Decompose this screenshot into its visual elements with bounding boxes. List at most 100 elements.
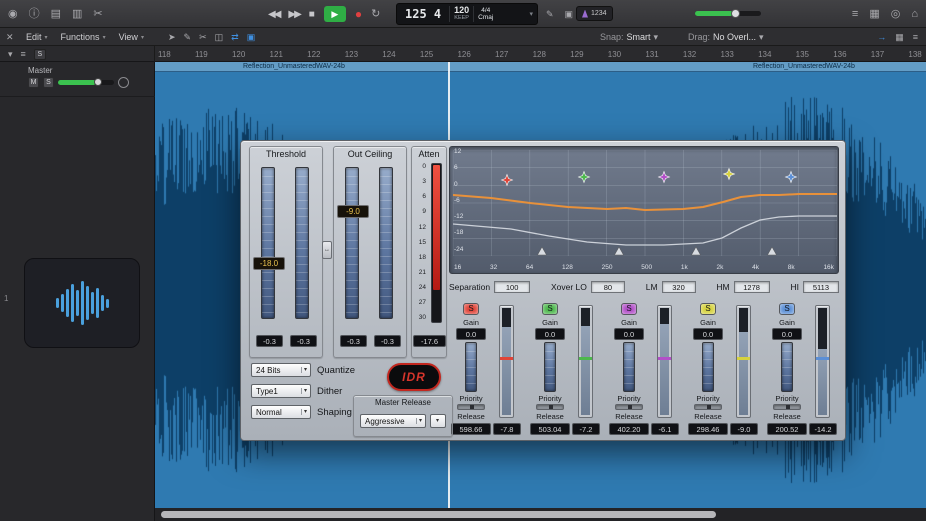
xover-hm-control[interactable]: HM 1278	[716, 281, 769, 293]
track-icon-tile[interactable]	[24, 258, 140, 348]
list-view-icon[interactable]: ≡	[913, 32, 918, 42]
master-level-slider[interactable]	[58, 80, 114, 85]
graph-canvas[interactable]	[453, 150, 837, 256]
xover-lo-control[interactable]: Xover LO 80	[551, 281, 625, 293]
volume-knob[interactable]	[731, 9, 740, 18]
toolbar-icon[interactable]: ▤	[51, 9, 61, 20]
drag-control[interactable]: Drag:No Overl...▾	[688, 28, 764, 46]
band-3-gain-fader[interactable]	[623, 342, 635, 392]
rewind-button[interactable]: ◀◀	[268, 9, 279, 20]
crossover-markers[interactable]	[538, 247, 777, 255]
pencil-icon[interactable]: ✎	[546, 10, 554, 19]
scissors-tool-icon[interactable]: ✂	[199, 32, 207, 43]
dither-dropdown[interactable]: Type1 ▾	[251, 384, 311, 398]
band-5-release-value[interactable]: 200.52	[767, 423, 807, 435]
band-5-priority-slider[interactable]	[773, 404, 801, 410]
band-markers[interactable]	[502, 169, 797, 186]
band-4-release-value[interactable]: 298.46	[688, 423, 728, 435]
quantize-dropdown[interactable]: 24 Bits ▾	[251, 363, 311, 377]
xover-hi-marker[interactable]	[768, 247, 777, 255]
band-3-priority-slider[interactable]	[615, 404, 643, 410]
pencil-tool-icon[interactable]: ✎	[184, 32, 192, 43]
band-4-gain-value[interactable]: 0.0	[693, 328, 723, 340]
multiband-eq-graph[interactable]: 126 0-6 -12-18 -24	[449, 146, 839, 274]
band-1-gain-value[interactable]: 0.0	[456, 328, 486, 340]
band-2-solo-button[interactable]: S	[542, 303, 558, 315]
xover-lm-control[interactable]: LM 320	[646, 281, 696, 293]
band-3-solo-button[interactable]: S	[621, 303, 637, 315]
band-2-gain-value[interactable]: 0.0	[535, 328, 565, 340]
band-1-gain-fader[interactable]	[465, 342, 477, 392]
menu-functions[interactable]: Functions▾	[61, 32, 106, 42]
scrollbar-thumb[interactable]	[161, 511, 716, 518]
xover-hi-control[interactable]: HI 5113	[790, 281, 839, 293]
xover-lo-marker[interactable]	[538, 247, 547, 255]
band-2-priority-slider[interactable]	[536, 404, 564, 410]
band-1-marker[interactable]	[502, 175, 513, 186]
out-ceiling-fader-right[interactable]	[379, 167, 393, 319]
priority-thumb[interactable]	[549, 405, 553, 409]
lcd-tempo-block[interactable]: 120 KEEP	[454, 6, 469, 22]
threshold-value-tag[interactable]: -18.0	[253, 257, 285, 270]
out-ceiling-fader-left[interactable]	[345, 167, 359, 319]
global-tracks-icon[interactable]: ≡	[21, 50, 26, 59]
master-level-knob[interactable]	[94, 78, 102, 86]
band-4-gain-fader[interactable]	[702, 342, 714, 392]
threshold-fader-left[interactable]	[261, 167, 275, 319]
menu-view[interactable]: View▾	[119, 32, 144, 42]
band-4-solo-button[interactable]: S	[700, 303, 716, 315]
out-ceiling-value-tag[interactable]: -9.0	[337, 205, 369, 218]
zoom-tool-icon[interactable]: ◫	[215, 32, 224, 43]
inspector-icon[interactable]: ⓘ	[29, 9, 40, 20]
master-release-stepper[interactable]: ▾	[430, 414, 446, 428]
band-5-solo-button[interactable]: S	[779, 303, 795, 315]
master-release-dropdown[interactable]: Aggressive ▾	[360, 414, 426, 428]
threshold-fader-right[interactable]	[295, 167, 309, 319]
catch-playhead-icon[interactable]: →	[877, 32, 886, 42]
library-icon[interactable]: ◉	[8, 9, 18, 20]
band-2-gain-fader[interactable]	[544, 342, 556, 392]
band-1-solo-button[interactable]: S	[463, 303, 479, 315]
snap-control[interactable]: Snap:Smart▾	[600, 28, 658, 46]
band-2-release-value[interactable]: 503.04	[530, 423, 570, 435]
band-5-gain-fader[interactable]	[781, 342, 793, 392]
cycle-button[interactable]: ↻	[371, 9, 380, 20]
chevron-down-icon[interactable]: ▾	[8, 50, 13, 59]
lcd-chevron-icon[interactable]: ▾	[529, 10, 533, 18]
priority-thumb[interactable]	[786, 405, 790, 409]
priority-thumb[interactable]	[628, 405, 632, 409]
count-in-badge[interactable]: 1234	[576, 6, 613, 21]
master-pan-knob[interactable]	[118, 77, 129, 88]
stop-button[interactable]: ■	[309, 9, 315, 20]
band-5-gain-value[interactable]: 0.0	[772, 328, 802, 340]
band-3-gain-value[interactable]: 0.0	[614, 328, 644, 340]
marquee-tool-icon[interactable]: ▣	[247, 32, 256, 43]
crossfade-tool-icon[interactable]: ⇄	[231, 32, 239, 43]
xover-hm-marker[interactable]	[692, 247, 701, 255]
separation-value[interactable]: 100	[494, 281, 530, 293]
band-1-priority-slider[interactable]	[457, 404, 485, 410]
band-5-marker[interactable]	[786, 172, 797, 183]
mixer-icon[interactable]: ▥	[72, 9, 82, 20]
editors-icon[interactable]: ✂	[93, 9, 102, 20]
grid-icon[interactable]: ▦	[869, 9, 879, 20]
record-button[interactable]: ●	[355, 7, 362, 21]
band-4-priority-slider[interactable]	[694, 404, 722, 410]
shaping-dropdown[interactable]: Normal ▾	[251, 405, 311, 419]
master-mute-button[interactable]: M	[28, 77, 39, 88]
lcd-signature-block[interactable]: 4/4 Cmaj	[478, 7, 493, 22]
band-3-marker[interactable]	[659, 172, 670, 183]
master-volume-slider[interactable]	[695, 11, 761, 16]
home-icon[interactable]: ⌂	[911, 9, 918, 20]
priority-thumb[interactable]	[707, 405, 711, 409]
fader-link-button[interactable]: ↔	[322, 241, 332, 259]
bar-ruler[interactable]: ▾ ≡ S 118 119 120 121 122 123 124 125 12…	[0, 46, 926, 62]
pointer-tool-icon[interactable]: ➤	[168, 32, 176, 43]
list-icon[interactable]: ≡	[852, 9, 858, 20]
band-3-release-value[interactable]: 402.20	[609, 423, 649, 435]
horizontal-scrollbar[interactable]	[155, 508, 926, 521]
xover-hm-value[interactable]: 1278	[734, 281, 770, 293]
tuner-icon[interactable]: ◎	[891, 9, 901, 20]
xover-hi-value[interactable]: 5113	[803, 281, 839, 293]
close-icon[interactable]: ✕	[6, 33, 14, 42]
